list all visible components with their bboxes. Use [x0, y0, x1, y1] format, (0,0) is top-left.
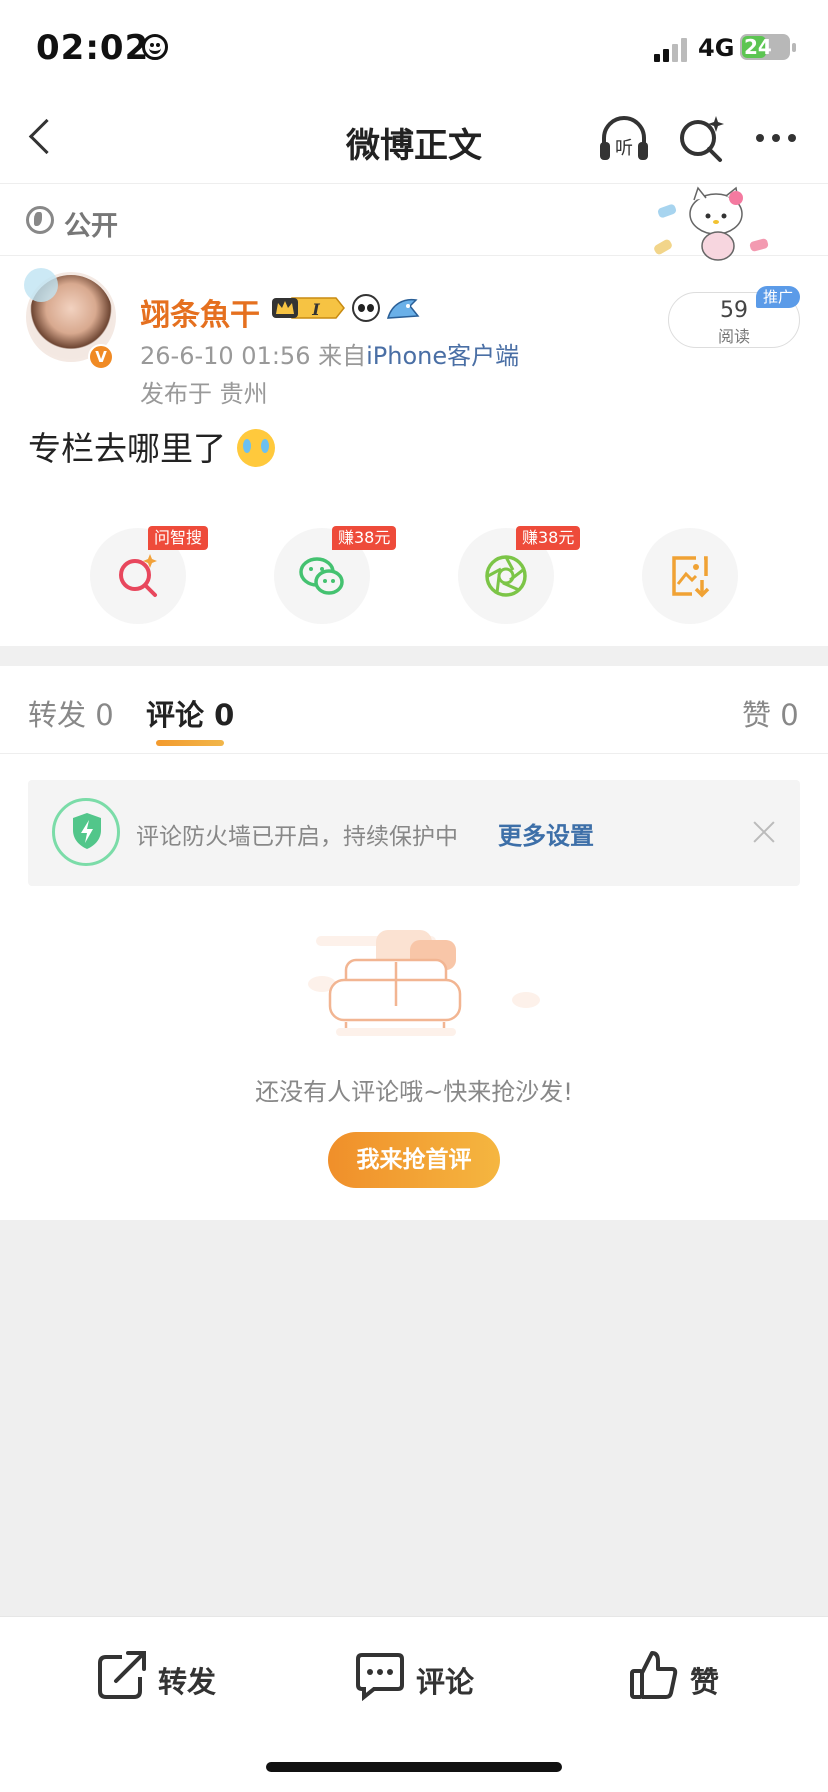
tab-likes-count: 0 — [780, 698, 799, 732]
visibility-label: 公开 — [64, 211, 118, 242]
empty-sofa-illustration — [306, 930, 546, 1050]
network-type: 4G — [698, 34, 735, 62]
empty-background-area — [0, 1220, 828, 1616]
avatar-decoration — [24, 268, 58, 302]
share-tag-moments: 赚38元 — [516, 526, 581, 550]
interaction-tabs: 转发 0 评论 0 赞 0 — [0, 666, 828, 754]
like-button[interactable]: 赞 — [628, 1649, 738, 1705]
promote-badge[interactable]: 推广 — [756, 286, 800, 308]
first-comment-button[interactable]: 我来抢首评 — [328, 1132, 500, 1188]
repost-label: 转发 — [158, 1665, 217, 1699]
status-bar: 02:02 4G 24 — [0, 0, 828, 92]
empty-comments-text: 还没有人评论哦~快来抢沙发! — [255, 1078, 573, 1106]
ai-search-icon[interactable] — [676, 112, 728, 164]
shark-badge-icon — [386, 294, 420, 322]
tab-repost[interactable]: 转发 0 — [28, 692, 114, 734]
repost-button[interactable]: 转发 — [96, 1649, 226, 1705]
hello-kitty-sticker — [652, 184, 772, 266]
read-label: 阅读 — [717, 327, 750, 346]
vip-crown-badge-icon[interactable]: I — [270, 294, 346, 322]
tab-comments-count: 0 — [214, 698, 235, 732]
smiley-icon — [142, 34, 168, 60]
globe-icon — [26, 206, 54, 234]
tab-comments[interactable]: 评论 0 — [146, 692, 234, 734]
svg-text:听: 听 — [615, 138, 633, 159]
tab-repost-count: 0 — [95, 698, 114, 732]
repost-icon — [98, 1651, 146, 1699]
tab-likes[interactable]: 赞 0 — [742, 692, 799, 734]
status-time: 02:02 — [36, 28, 150, 68]
battery-icon: 24 — [740, 34, 796, 60]
tab-repost-label: 转发 — [28, 698, 87, 732]
like-label: 赞 — [690, 1665, 720, 1699]
battery-level: 24 — [744, 35, 772, 59]
comment-firewall-notice: 评论防火墙已开启，持续保护中 更多设置 — [28, 780, 800, 886]
share-tag-wechat: 赚38元 — [332, 526, 397, 550]
close-icon[interactable] — [750, 818, 778, 846]
post-time: 26-6-10 01:56 — [140, 342, 311, 370]
share-tag-ai-search: 问智搜 — [148, 526, 209, 550]
signal-icon — [654, 38, 690, 62]
post-source[interactable]: iPhone客户端 — [366, 342, 519, 370]
source-prefix: 来自 — [318, 342, 367, 370]
section-divider — [0, 646, 828, 666]
more-icon[interactable] — [752, 128, 800, 148]
post-content: 专栏去哪里了 — [28, 422, 275, 470]
thumbs-up-icon — [630, 1651, 678, 1699]
shield-icon — [73, 813, 101, 849]
post-text: 专栏去哪里了 — [28, 429, 226, 468]
panda-badge-icon — [352, 294, 380, 322]
active-tab-indicator — [156, 740, 224, 746]
svg-text:I: I — [311, 300, 320, 319]
nav-bar: 微博正文 听 — [0, 92, 828, 184]
listen-headphones-icon[interactable]: 听 — [596, 112, 652, 164]
firewall-text: 评论防火墙已开启，持续保护中 — [136, 824, 458, 850]
home-indicator — [266, 1762, 562, 1772]
comment-icon — [356, 1653, 404, 1702]
comment-label: 评论 — [416, 1665, 475, 1699]
save-image-button[interactable] — [642, 528, 738, 624]
tab-comments-label: 评论 — [146, 698, 205, 732]
post-meta: 26-6-10 01:56 来自iPhone客户端 — [140, 336, 519, 371]
firewall-settings-link[interactable]: 更多设置 — [498, 816, 594, 851]
comment-button[interactable]: 评论 — [354, 1649, 484, 1705]
author-name[interactable]: 翊条魚干 — [140, 290, 260, 334]
crying-emoji-icon — [236, 429, 275, 467]
verified-badge-icon: V — [88, 344, 114, 370]
post-location: 发布于 贵州 — [140, 380, 268, 408]
tab-likes-label: 赞 — [742, 698, 772, 732]
